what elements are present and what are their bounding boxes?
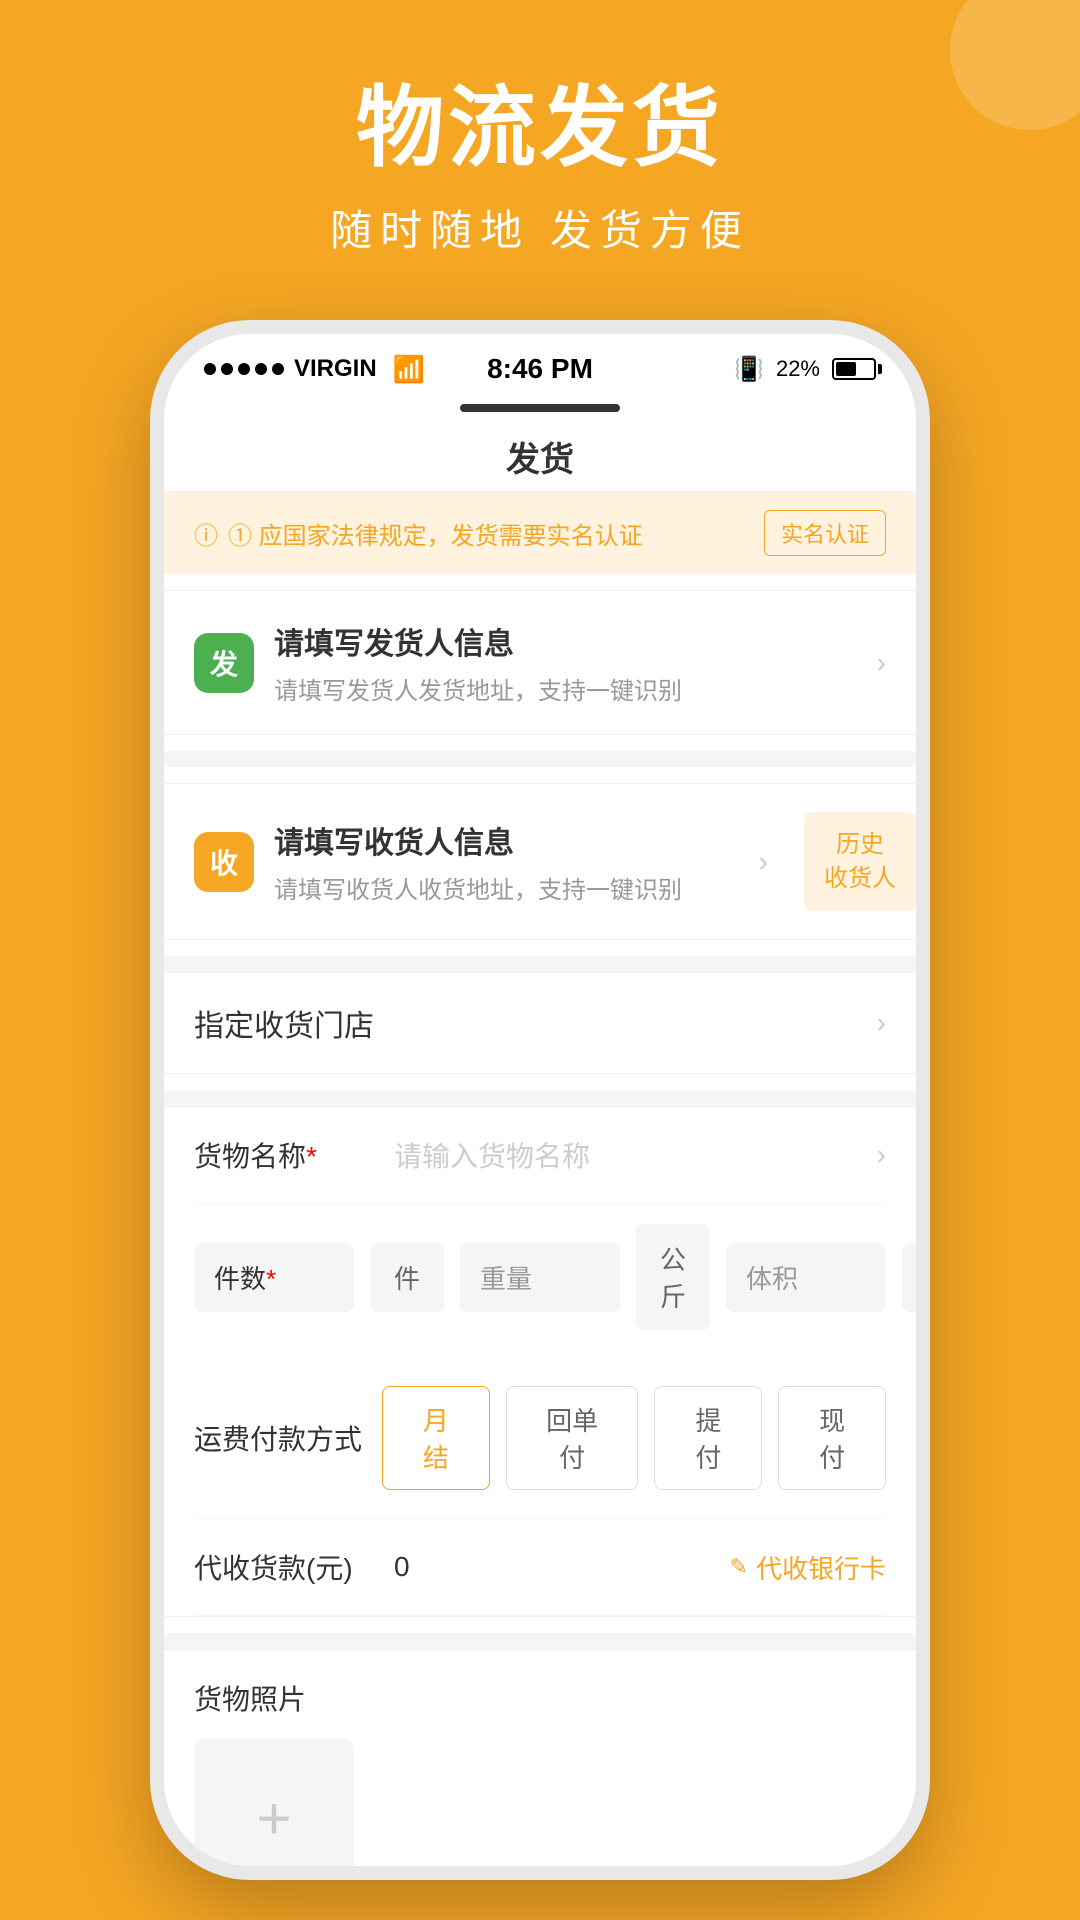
photo-label: 货物照片	[194, 1678, 886, 1718]
sender-section: 发 请填写发货人信息 请填写发货人发货地址，支持一键识别 ›	[164, 590, 916, 735]
divider-4	[164, 1633, 916, 1649]
volume-label: 体积	[746, 1264, 798, 1294]
alert-icon: ⓘ	[194, 516, 218, 551]
scroll-content: 发 请填写发货人信息 请填写发货人发货地址，支持一键识别 › 收	[164, 574, 916, 1880]
receiver-row[interactable]: 收 请填写收货人信息 请填写收货人收货地址，支持一键识别 › 历史 收货人	[164, 784, 916, 939]
receiver-subtitle: 请填写收货人收货地址，支持一键识别	[274, 870, 739, 905]
weight-input[interactable]: 重量	[460, 1243, 620, 1312]
photo-upload-button[interactable]: +	[194, 1738, 354, 1880]
status-left: VIRGIN 📶	[204, 354, 425, 385]
store-label: 指定收货门店	[194, 1001, 374, 1045]
payment-row: 运费付款方式 月结 回单付 提付 现付	[194, 1358, 886, 1519]
sender-text: 请填写发货人信息 请填写发货人发货地址，支持一键识别	[274, 619, 857, 706]
status-bar: VIRGIN 📶 8:46 PM 📳 22%	[164, 334, 916, 404]
volume-input[interactable]: 体积	[726, 1243, 886, 1312]
history-receiver-button[interactable]: 历史 收货人	[804, 812, 916, 911]
qty-label: 件数*	[214, 1264, 276, 1294]
status-time: 8:46 PM	[487, 353, 593, 385]
cod-btn-label: 代收银行卡	[756, 1549, 886, 1586]
photo-upload-icon: +	[256, 1784, 291, 1853]
divider-2	[164, 956, 916, 972]
notch-bar	[460, 404, 620, 412]
payment-options: 月结 回单付 提付 现付	[382, 1386, 886, 1490]
status-right: 📳 22%	[734, 355, 876, 384]
nav-title-text: 发货	[506, 432, 574, 481]
carrier-label: VIRGIN	[294, 355, 377, 383]
alert-left: ⓘ ① 应国家法律规定，发货需要实名认证	[194, 516, 643, 551]
sub-title: 随时随地 发货方便	[0, 197, 1080, 258]
phone-mockup: VIRGIN 📶 8:46 PM 📳 22% 发货 ⓘ ① 应国家法律规定，发货…	[150, 320, 930, 1880]
sender-chevron-icon: ›	[877, 647, 886, 679]
alert-banner: ⓘ ① 应国家法律规定，发货需要实名认证 实名认证	[164, 492, 916, 574]
battery-percent: 22%	[776, 356, 820, 382]
signal-dot-2	[221, 363, 233, 375]
signal-dot-3	[238, 363, 250, 375]
pay-cash-button[interactable]: 现付	[778, 1386, 886, 1490]
signal-dot-1	[204, 363, 216, 375]
qty-unit: 件	[370, 1243, 444, 1312]
receiver-chevron-icon: ›	[759, 846, 768, 878]
alert-text: ① 应国家法律规定，发货需要实名认证	[228, 516, 643, 551]
goods-name-value[interactable]: 请输入货物名称	[394, 1135, 877, 1175]
battery-fill	[836, 362, 856, 376]
sender-icon-badge: 发	[194, 633, 254, 693]
pay-pickup-button[interactable]: 提付	[654, 1386, 762, 1490]
goods-name-required: *	[306, 1141, 317, 1172]
goods-name-row[interactable]: 货物名称* 请输入货物名称 ›	[194, 1107, 886, 1204]
receiver-icon-badge: 收	[194, 832, 254, 892]
cod-row: 代收货款(元) 0 ✎ 代收银行卡	[194, 1519, 886, 1616]
battery-icon	[832, 358, 876, 380]
receiver-text: 请填写收货人信息 请填写收货人收货地址，支持一键识别	[274, 818, 739, 905]
cod-label: 代收货款(元)	[194, 1547, 394, 1587]
photo-section: 货物照片 +	[164, 1649, 916, 1880]
pay-monthly-button[interactable]: 月结	[382, 1386, 490, 1490]
sender-title: 请填写发货人信息	[274, 619, 857, 663]
sender-subtitle: 请填写发货人发货地址，支持一键识别	[274, 671, 857, 706]
weight-label: 重量	[480, 1264, 532, 1294]
weight-unit: 公斤	[636, 1224, 710, 1330]
qty-row: 件数* 件 重量 公斤 体积 方	[194, 1204, 886, 1358]
signal-dots	[204, 363, 284, 375]
real-name-auth-button[interactable]: 实名认证	[764, 510, 886, 556]
bluetooth-icon: 📳	[734, 355, 764, 384]
wifi-icon: 📶	[393, 354, 425, 385]
qty-input[interactable]: 件数*	[194, 1243, 354, 1312]
store-chevron-icon: ›	[877, 1007, 886, 1039]
signal-dot-5	[272, 363, 284, 375]
pay-return-button[interactable]: 回单付	[506, 1386, 639, 1490]
freight-label: 运费付款方式	[194, 1418, 362, 1458]
nav-title: 发货	[164, 422, 916, 492]
sender-row[interactable]: 发 请填写发货人信息 请填写发货人发货地址，支持一键识别 ›	[164, 591, 916, 734]
receiver-title: 请填写收货人信息	[274, 818, 739, 862]
goods-section: 货物名称* 请输入货物名称 › 件数* 件 重量 公斤 体积	[164, 1106, 916, 1617]
cod-bank-card-button[interactable]: ✎ 代收银行卡	[730, 1549, 886, 1586]
edit-icon: ✎	[730, 1554, 748, 1580]
volume-unit: 方	[902, 1243, 916, 1312]
goods-name-label: 货物名称*	[194, 1135, 394, 1175]
goods-name-chevron-icon: ›	[877, 1139, 886, 1171]
divider-1	[164, 751, 916, 767]
store-row[interactable]: 指定收货门店 ›	[164, 972, 916, 1074]
signal-dot-4	[255, 363, 267, 375]
phone-shell: VIRGIN 📶 8:46 PM 📳 22% 发货 ⓘ ① 应国家法律规定，发货…	[150, 320, 930, 1880]
receiver-section: 收 请填写收货人信息 请填写收货人收货地址，支持一键识别 › 历史 收货人	[164, 783, 916, 940]
main-title: 物流发货	[0, 80, 1080, 177]
title-area: 物流发货 随时随地 发货方便	[0, 80, 1080, 258]
divider-3	[164, 1090, 916, 1106]
cod-value: 0	[394, 1551, 730, 1583]
